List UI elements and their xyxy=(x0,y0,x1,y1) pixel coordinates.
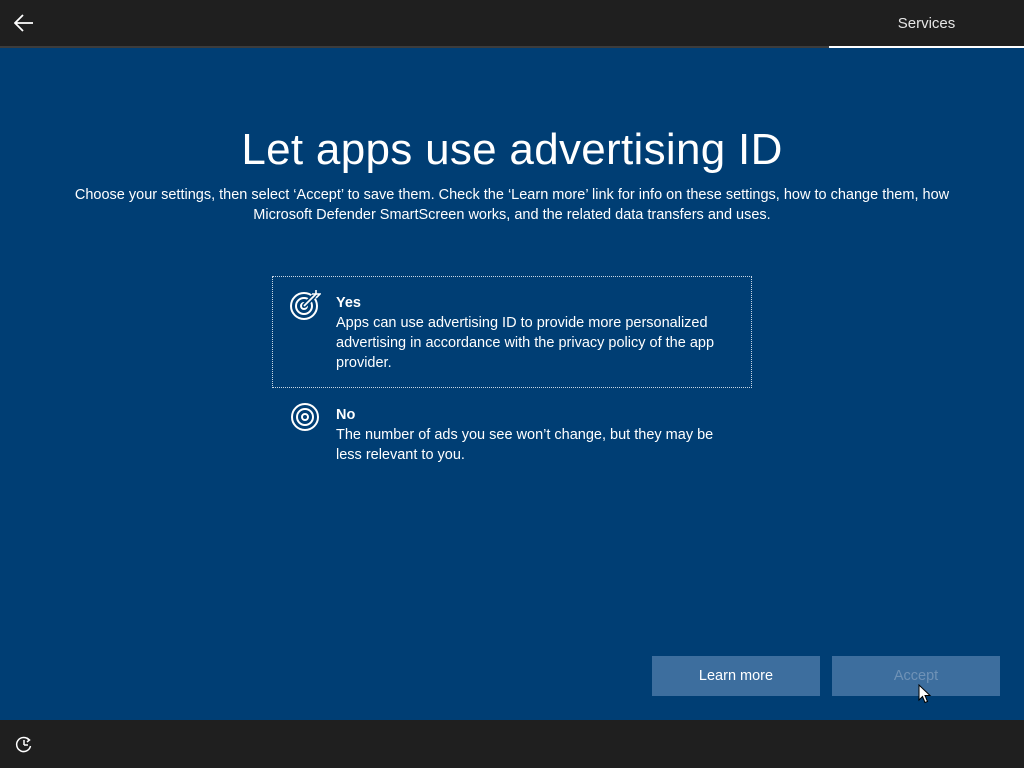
back-button[interactable] xyxy=(8,7,40,39)
option-yes-description: Apps can use advertising ID to provide m… xyxy=(336,315,715,371)
tab-services-label: Services xyxy=(897,14,956,32)
option-no[interactable]: No The number of ads you see won’t chang… xyxy=(272,391,752,473)
tab-services: Services xyxy=(829,0,1024,48)
option-yes-title: Yes xyxy=(336,295,361,311)
page-description: Choose your settings, then select ‘Accep… xyxy=(74,187,950,223)
option-no-description: The number of ads you see won’t change, … xyxy=(336,427,714,463)
option-yes[interactable]: Yes Apps can use advertising ID to provi… xyxy=(272,276,752,388)
arrow-left-icon xyxy=(14,14,33,32)
option-no-title: No xyxy=(336,407,356,423)
ease-of-access-icon xyxy=(15,736,32,753)
target-icon xyxy=(291,403,319,431)
mouse-cursor-icon xyxy=(918,684,932,704)
top-bar: Services xyxy=(0,0,1024,48)
ease-of-access-button[interactable] xyxy=(12,733,36,757)
accept-button[interactable]: Accept xyxy=(832,656,1000,696)
bottom-bar xyxy=(0,720,1024,768)
page-title: Let apps use advertising ID xyxy=(241,125,783,174)
learn-more-button[interactable]: Learn more xyxy=(652,656,820,696)
target-arrow-icon xyxy=(290,290,321,320)
